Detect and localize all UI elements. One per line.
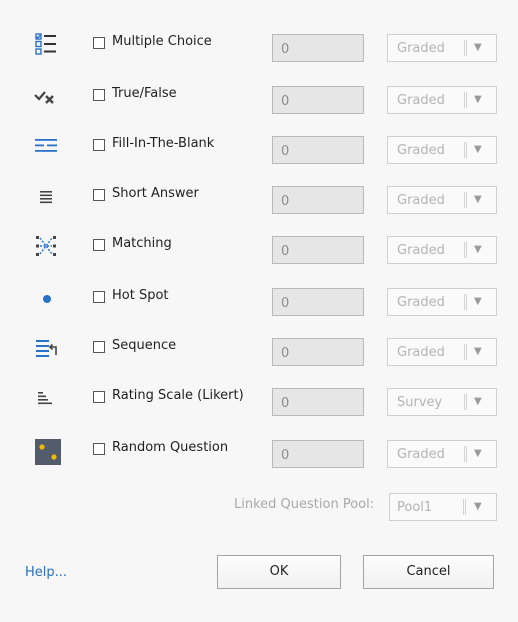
question-type-label: Matching [112,236,172,251]
checkbox[interactable] [93,239,105,251]
question-type-label: Random Question [112,440,229,455]
scoring-mode-select[interactable]: Graded ▼ [387,288,497,316]
cancel-button[interactable]: Cancel [363,555,494,589]
checkbox[interactable] [93,139,105,151]
chevron-down-icon: ▼ [474,144,482,155]
select-divider [464,344,467,360]
question-count-input[interactable]: 0 [272,34,364,62]
scoring-mode-select[interactable]: Graded ▼ [387,136,497,164]
question-type-label: True/False [112,86,177,101]
text-lines-icon [34,184,58,208]
chevron-down-icon: ▼ [474,346,482,357]
question-count-input[interactable]: 0 [272,338,364,366]
list-checkbox-icon [34,32,58,56]
question-count-input[interactable]: 0 [272,186,364,214]
question-count-input[interactable]: 0 [272,440,364,468]
select-divider [464,446,467,462]
scoring-mode-select[interactable]: Graded ▼ [387,440,497,468]
checkbox[interactable] [93,291,105,303]
select-divider [464,142,467,158]
scoring-mode-select[interactable]: Graded ▼ [387,186,497,214]
check-cross-icon [34,84,58,108]
question-row-fill-in-the-blank: Fill-In-The-Blank 0 Graded ▼ [0,134,518,168]
blank-lines-icon [34,134,58,158]
help-link[interactable]: Help... [25,565,67,580]
chevron-down-icon: ▼ [474,296,482,307]
bar-scale-icon [34,386,58,410]
question-row-multiple-choice: Multiple Choice 0 Graded ▼ [0,32,518,66]
question-count-input[interactable]: 0 [272,236,364,264]
chevron-down-icon: ▼ [474,194,482,205]
question-type-label: Short Answer [112,186,199,201]
chevron-down-icon: ▼ [474,42,482,53]
question-row-short-answer: Short Answer 0 Graded ▼ [0,184,518,218]
checkbox[interactable] [93,391,105,403]
ok-button[interactable]: OK [217,555,341,589]
question-count-input[interactable]: 0 [272,86,364,114]
question-row-sequence: Sequence 0 Graded ▼ [0,336,518,370]
scoring-mode-select[interactable]: Graded ▼ [387,338,497,366]
select-divider [464,394,467,410]
question-row-rating-scale: Rating Scale (Likert) 0 Survey ▼ [0,386,518,420]
select-divider [464,242,467,258]
checkbox[interactable] [93,443,105,455]
select-divider [464,40,467,56]
select-divider [464,92,467,108]
linked-pool-select[interactable]: Pool1 ▼ [389,493,497,521]
chevron-down-icon: ▼ [474,94,482,105]
scoring-mode-select[interactable]: Graded ▼ [387,236,497,264]
question-row-random-question: Random Question 0 Graded ▼ [0,438,518,472]
dot-icon [34,286,58,310]
chevron-down-icon: ▼ [474,501,482,512]
select-divider [464,192,467,208]
select-divider [464,294,467,310]
question-count-input[interactable]: 0 [272,288,364,316]
question-type-label: Multiple Choice [112,34,212,49]
checkbox[interactable] [93,189,105,201]
dice-icon [34,438,62,466]
question-row-true-false: True/False 0 Graded ▼ [0,84,518,118]
question-row-hot-spot: Hot Spot 0 Graded ▼ [0,286,518,320]
chevron-down-icon: ▼ [474,396,482,407]
question-row-matching: Matching 0 Graded ▼ [0,234,518,268]
sequence-icon [34,336,58,360]
chevron-down-icon: ▼ [474,244,482,255]
scoring-mode-select[interactable]: Survey ▼ [387,388,497,416]
question-type-label: Hot Spot [112,288,169,303]
chevron-down-icon: ▼ [474,448,482,459]
scoring-mode-select[interactable]: Graded ▼ [387,34,497,62]
select-divider [463,499,466,515]
question-type-label: Sequence [112,338,177,353]
matching-icon [34,234,58,258]
checkbox[interactable] [93,341,105,353]
question-count-input[interactable]: 0 [272,388,364,416]
question-count-input[interactable]: 0 [272,136,364,164]
question-type-label: Fill-In-The-Blank [112,136,215,151]
checkbox[interactable] [93,89,105,101]
question-type-label: Rating Scale (Likert) [112,388,244,403]
scoring-mode-select[interactable]: Graded ▼ [387,86,497,114]
linked-pool-label: Linked Question Pool: [234,497,375,512]
checkbox[interactable] [93,37,105,49]
